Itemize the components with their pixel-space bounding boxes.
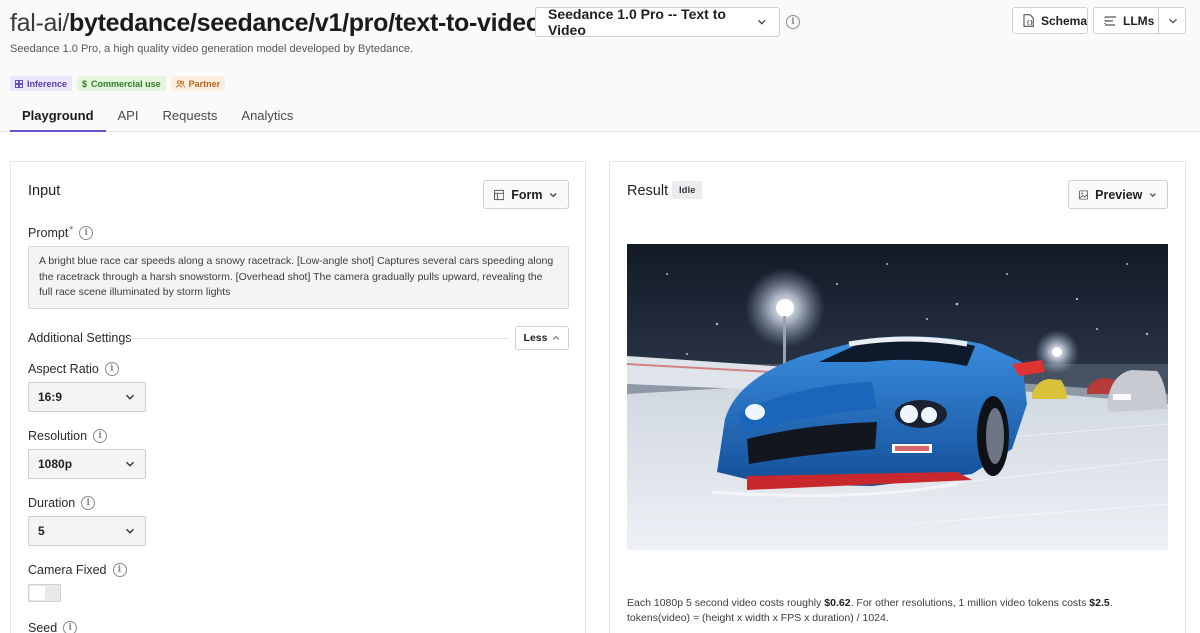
pricing-text-1: Each 1080p 5 second video costs roughly bbox=[627, 597, 825, 609]
chevron-down-icon bbox=[126, 394, 134, 400]
race-car-scene bbox=[627, 244, 1168, 550]
chevron-down-icon bbox=[758, 19, 767, 25]
tab-analytics[interactable]: Analytics bbox=[229, 104, 305, 132]
input-panel: Input Form Prompt * i A bright blue race … bbox=[10, 161, 586, 633]
page-header: fal-ai/bytedance/seedance/v1/pro/text-to… bbox=[0, 0, 1200, 132]
prompt-label: Prompt * i bbox=[28, 224, 94, 240]
badge-commercial-label: Commercial use bbox=[91, 78, 161, 89]
prompt-label-text: Prompt bbox=[28, 226, 69, 240]
seed-label-text: Seed bbox=[28, 621, 58, 633]
chevron-down-icon bbox=[550, 192, 558, 197]
additional-settings-heading: Additional Settings bbox=[28, 331, 132, 345]
chevron-down-icon bbox=[1168, 18, 1177, 24]
llms-button[interactable]: LLMs bbox=[1093, 7, 1186, 34]
partner-icon bbox=[175, 79, 185, 88]
title-row: fal-ai/bytedance/seedance/v1/pro/text-to… bbox=[10, 8, 567, 38]
tab-playground[interactable]: Playground bbox=[10, 104, 106, 132]
result-panel: Result Idle Preview Each 1080p 5 second … bbox=[609, 161, 1186, 633]
info-icon[interactable]: i bbox=[63, 621, 78, 633]
aspect-ratio-select[interactable]: 16:9 bbox=[28, 382, 146, 412]
llms-label: LLMs bbox=[1123, 13, 1155, 28]
preview-select[interactable]: Preview bbox=[1068, 180, 1168, 209]
camera-fixed-toggle[interactable] bbox=[28, 584, 61, 602]
preview-label: Preview bbox=[1095, 187, 1143, 202]
inference-icon bbox=[15, 79, 23, 88]
chevron-down-icon bbox=[1150, 192, 1157, 197]
title-namespace: fal-ai/ bbox=[10, 8, 70, 37]
toggle-knob bbox=[30, 586, 45, 600]
badge-partner-label: Partner bbox=[188, 78, 221, 89]
duration-select[interactable]: 5 bbox=[28, 516, 146, 546]
badge-inference-label: Inference bbox=[27, 78, 68, 89]
badge-partner: Partner bbox=[170, 76, 226, 91]
layout-icon bbox=[494, 189, 505, 200]
result-video[interactable] bbox=[627, 244, 1168, 550]
tab-bar: Playground API Requests Analytics bbox=[10, 104, 305, 132]
badge-inference: Inference bbox=[10, 76, 73, 91]
image-icon bbox=[1079, 189, 1089, 200]
dollar-icon: $ bbox=[82, 78, 88, 89]
model-select[interactable]: Seedance 1.0 Pro -- Text to Video bbox=[535, 6, 780, 38]
pricing-video-price: $0.62 bbox=[824, 597, 851, 609]
badge-list: Inference $ Commercial use Partner bbox=[10, 76, 226, 91]
form-view-select[interactable]: Form bbox=[483, 180, 569, 209]
resolution-select[interactable]: 1080p bbox=[28, 449, 146, 479]
settings-divider bbox=[129, 338, 509, 339]
info-icon[interactable]: i bbox=[104, 362, 119, 376]
tab-api[interactable]: API bbox=[106, 104, 151, 132]
schema-label: Schema bbox=[1040, 13, 1087, 28]
aspect-ratio-label: Aspect Ratio i bbox=[28, 362, 119, 376]
status-badge: Idle bbox=[672, 181, 703, 199]
result-title: Result bbox=[627, 183, 669, 199]
title-endpoint: bytedance/seedance/v1/pro/text-to-video bbox=[69, 8, 541, 37]
info-icon[interactable]: i bbox=[786, 15, 800, 29]
seed-label: Seed i bbox=[28, 621, 78, 633]
aspect-ratio-label-text: Aspect Ratio bbox=[28, 362, 99, 376]
camera-fixed-label-text: Camera Fixed bbox=[28, 563, 107, 577]
model-description: Seedance 1.0 Pro, a high quality video g… bbox=[10, 43, 414, 55]
duration-label: Duration i bbox=[28, 496, 96, 510]
resolution-label: Resolution i bbox=[28, 429, 108, 443]
resolution-label-text: Resolution bbox=[28, 429, 88, 443]
tab-requests[interactable]: Requests bbox=[150, 104, 229, 132]
info-icon[interactable]: i bbox=[93, 429, 108, 443]
document-icon: {} bbox=[1023, 14, 1034, 27]
info-icon[interactable]: i bbox=[112, 563, 127, 577]
input-title: Input bbox=[28, 183, 61, 199]
prompt-input[interactable]: A bright blue race car speeds along a sn… bbox=[28, 246, 569, 309]
pricing-text-2: . For other resolutions, 1 million video… bbox=[850, 597, 1090, 609]
aspect-ratio-value: 16:9 bbox=[38, 390, 63, 404]
model-select-value: Seedance 1.0 Pro -- Text to Video bbox=[548, 6, 726, 38]
required-marker: * bbox=[69, 224, 74, 236]
text-lines-icon bbox=[1104, 15, 1116, 26]
duration-value: 5 bbox=[38, 524, 45, 538]
camera-fixed-label: Camera Fixed i bbox=[28, 563, 127, 577]
resolution-value: 1080p bbox=[38, 457, 73, 471]
form-label: Form bbox=[511, 187, 543, 202]
chevron-up-icon bbox=[553, 335, 560, 340]
duration-label-text: Duration bbox=[28, 496, 76, 510]
info-icon[interactable]: i bbox=[79, 226, 94, 240]
llms-dropdown-toggle[interactable] bbox=[1158, 8, 1186, 33]
schema-button[interactable]: {} Schema bbox=[1012, 7, 1088, 34]
badge-commercial-use: $ Commercial use bbox=[77, 76, 166, 91]
pricing-note: Each 1080p 5 second video costs roughly … bbox=[627, 596, 1175, 625]
chevron-down-icon bbox=[126, 461, 134, 467]
info-icon[interactable]: i bbox=[81, 496, 96, 510]
pricing-token-price: $2.5 bbox=[1089, 597, 1110, 609]
page-title: fal-ai/bytedance/seedance/v1/pro/text-to… bbox=[10, 9, 541, 38]
less-button[interactable]: Less bbox=[515, 326, 569, 350]
chevron-down-icon bbox=[126, 528, 134, 534]
less-label: Less bbox=[523, 332, 548, 344]
svg-text:{}: {} bbox=[1026, 20, 1033, 26]
